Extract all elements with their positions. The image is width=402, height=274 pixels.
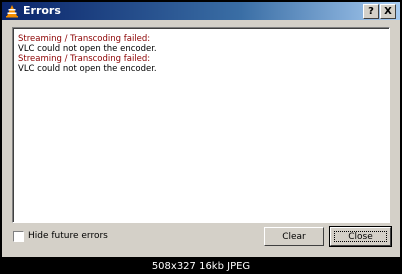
- image-caption: 508x327 16kb JPEG: [151, 261, 251, 272]
- focus-rectangle: [334, 231, 387, 242]
- help-button[interactable]: ?: [363, 4, 379, 19]
- error-log-panel[interactable]: Streaming / Transcoding failed: VLC coul…: [12, 27, 390, 223]
- error-message: VLC could not open the encoder.: [18, 64, 157, 74]
- errors-dialog: Errors ? X Streaming / Transcoding faile…: [2, 2, 400, 257]
- vlc-cone-icon: [6, 5, 18, 18]
- title-bar[interactable]: Errors ? X: [2, 2, 400, 20]
- clear-button[interactable]: Clear: [264, 227, 324, 246]
- title-close-button[interactable]: X: [380, 4, 396, 19]
- clear-button-label: Clear: [282, 232, 306, 242]
- error-message: VLC could not open the encoder.: [18, 44, 157, 54]
- hide-future-errors-checkbox[interactable]: [13, 231, 24, 242]
- error-heading: Streaming / Transcoding failed:: [18, 54, 151, 64]
- error-heading: Streaming / Transcoding failed:: [18, 34, 151, 44]
- window-title: Errors: [23, 4, 61, 17]
- close-x-icon: X: [384, 6, 392, 17]
- hide-future-errors-label[interactable]: Hide future errors: [28, 231, 108, 242]
- question-mark-icon: ?: [368, 6, 374, 17]
- close-button[interactable]: Close: [329, 226, 392, 247]
- error-log: Streaming / Transcoding failed: VLC coul…: [18, 34, 157, 74]
